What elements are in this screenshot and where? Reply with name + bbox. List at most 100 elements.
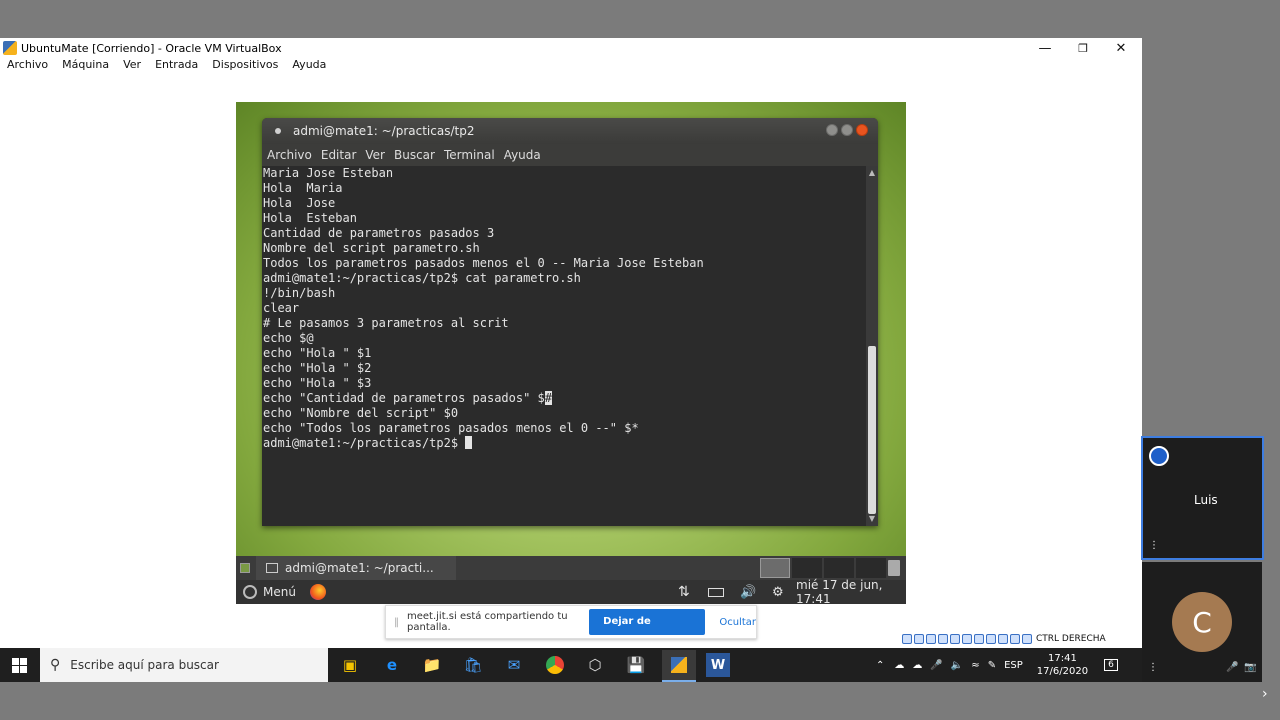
workspace-2[interactable] <box>792 558 822 578</box>
terminal-line: echo $@ <box>263 331 314 345</box>
terminal-maximize-icon[interactable] <box>841 124 853 136</box>
filmstrip-toggle-icon[interactable]: › <box>1262 686 1268 702</box>
virtualbox-taskbar-icon[interactable] <box>662 650 696 682</box>
file-explorer-icon[interactable]: 📁 <box>420 653 444 677</box>
search-placeholder: Escribe aquí para buscar <box>70 658 219 672</box>
mail-icon[interactable]: ✉ <box>502 653 526 677</box>
more-options-icon[interactable]: ⋮ <box>1149 540 1159 551</box>
term-menu-archivo[interactable]: Archivo <box>267 148 312 162</box>
scroll-down-icon[interactable]: ▼ <box>867 514 877 524</box>
cpu-icon[interactable] <box>998 634 1008 644</box>
terminal-close-icon[interactable] <box>856 124 868 136</box>
drag-handle-icon[interactable]: ‖ <box>394 617 399 628</box>
vbox-menu-archivo[interactable]: Archivo <box>0 58 55 76</box>
task-view-icon[interactable]: ▣ <box>338 653 362 677</box>
network-adapter-icon[interactable] <box>938 634 948 644</box>
stop-sharing-button[interactable]: Dejar de compartir <box>589 609 706 653</box>
terminal-line: clear <box>263 301 300 315</box>
clock-date: 17/6/2020 <box>1036 666 1089 677</box>
term-menu-terminal[interactable]: Terminal <box>444 148 495 162</box>
terminal-title: admi@mate1: ~/practicas/tp2 <box>293 124 475 138</box>
tray-expand-icon[interactable]: ⌃ <box>876 660 884 671</box>
vbox-menu-maquina[interactable]: Máquina <box>55 58 116 76</box>
notification-center-icon[interactable]: 6 <box>1104 659 1118 671</box>
audio-icon[interactable] <box>926 634 936 644</box>
more-options-icon[interactable]: ⋮ <box>1148 662 1158 673</box>
hide-button[interactable]: Ocultar <box>719 617 756 628</box>
close-icon[interactable]: ✕ <box>1102 38 1140 58</box>
terminal-titlebar[interactable]: admi@mate1: ~/practicas/tp2 <box>262 118 878 144</box>
show-desktop-icon[interactable] <box>240 563 250 573</box>
terminal-line: Maria Jose Esteban <box>263 166 394 180</box>
settings-gear-icon[interactable]: ⚙ <box>772 585 784 600</box>
mate-logo-icon <box>243 585 257 599</box>
vbox-menu-entrada[interactable]: Entrada <box>148 58 205 76</box>
term-menu-ver[interactable]: Ver <box>365 148 385 162</box>
guest-desktop[interactable]: admi@mate1: ~/practicas/tp2 Archivo Edit… <box>236 102 906 604</box>
save-disk-icon[interactable]: 💾 <box>624 653 648 677</box>
vbox-menu-ver[interactable]: Ver <box>116 58 148 76</box>
vbox-menu-dispositivos[interactable]: Dispositivos <box>205 58 285 76</box>
trash-icon[interactable] <box>888 560 900 576</box>
vbox-menu-ayuda[interactable]: Ayuda <box>285 58 333 76</box>
mate-window-list-panel: admi@mate1: ~/practi... <box>236 556 906 580</box>
microphone-icon[interactable]: 🎤 <box>930 660 942 671</box>
taskbar-clock[interactable]: 17:41 17/6/2020 <box>1037 652 1088 678</box>
mouse-icon[interactable] <box>1010 634 1020 644</box>
cloud-icon[interactable]: ☁ <box>894 660 904 671</box>
shared-folder-icon[interactable] <box>962 634 972 644</box>
scroll-up-icon[interactable]: ▲ <box>867 168 877 178</box>
share-message: meet.jit.si está compartiendo tu pantall… <box>407 611 568 633</box>
optical-icon[interactable] <box>914 634 924 644</box>
windows-start-icon[interactable] <box>12 658 27 673</box>
minimize-icon[interactable]: — <box>1026 38 1064 58</box>
store-icon[interactable]: 🛍 <box>461 653 485 677</box>
vbox-titlebar: UbuntuMate [Corriendo] - Oracle VM Virtu… <box>0 38 1142 58</box>
term-menu-buscar[interactable]: Buscar <box>394 148 435 162</box>
word-icon[interactable]: W <box>706 653 730 677</box>
workspace-1[interactable] <box>760 558 790 578</box>
terminal-line: !/bin/bash <box>263 286 336 300</box>
battery-icon[interactable] <box>708 588 724 597</box>
terminal-line: # Le pasamos 3 parametros al scrit <box>263 316 509 330</box>
workspace-3[interactable] <box>824 558 854 578</box>
restore-icon[interactable]: ❐ <box>1064 38 1102 58</box>
taskbar-search[interactable]: ⚲ Escribe aquí para buscar <box>40 648 328 682</box>
menu-button[interactable]: Menú <box>263 585 296 599</box>
recording-icon[interactable] <box>986 634 996 644</box>
speaker-icon[interactable]: 🔈 <box>951 660 963 671</box>
mate-top-panel: Menú ⇅ 🔊 ⚙ mié 17 de jun, 17:41 <box>236 578 906 604</box>
wifi-icon[interactable]: ≈ <box>971 660 979 671</box>
terminal-line: Hola Jose <box>263 196 336 210</box>
onedrive-icon[interactable]: ☁ <box>912 660 922 671</box>
terminal-prompt-line: admi@mate1:~/practicas/tp2$ <box>263 436 866 451</box>
terminal-output[interactable]: Maria Jose Esteban Hola Maria Hola Jose Hol… <box>263 166 866 526</box>
term-menu-editar[interactable]: Editar <box>321 148 357 162</box>
clock-time: 17:41 <box>1048 653 1077 664</box>
edit-icon[interactable]: ✎ <box>988 660 996 671</box>
workspace-4[interactable] <box>856 558 886 578</box>
edge-icon[interactable]: e <box>380 653 404 677</box>
hdd-icon[interactable] <box>902 634 912 644</box>
vbox-menubar: Archivo Máquina Ver Entrada Dispositivos… <box>0 58 333 76</box>
participant-tile-local[interactable]: C ⋮ 🎤 📷 <box>1142 562 1262 682</box>
usb-icon[interactable] <box>950 634 960 644</box>
terminal-scrollbar[interactable]: ▲ ▼ <box>866 166 878 526</box>
participant-tile-luis[interactable]: Luis ⋮ <box>1141 436 1264 560</box>
chrome-icon[interactable] <box>543 653 567 677</box>
firefox-icon[interactable] <box>309 584 326 600</box>
term-menu-ayuda[interactable]: Ayuda <box>504 148 541 162</box>
terminal-minimize-icon[interactable] <box>826 124 838 136</box>
keyboard-icon[interactable] <box>1022 634 1032 644</box>
scrollbar-thumb[interactable] <box>868 346 876 514</box>
taskbar-terminal-item[interactable]: admi@mate1: ~/practi... <box>256 556 456 580</box>
windows-taskbar: ⚲ Escribe aquí para buscar ▣ e 📁 🛍 ✉ ⬡ 💾… <box>0 648 1142 682</box>
panel-clock[interactable]: mié 17 de jun, 17:41 <box>796 578 906 604</box>
terminal-line: echo "Hola " $1 <box>263 346 372 360</box>
display-icon[interactable] <box>974 634 984 644</box>
network-icon[interactable]: ⇅ <box>678 584 690 600</box>
language-indicator[interactable]: ESP <box>1004 660 1023 671</box>
window-menu-icon[interactable] <box>275 128 281 134</box>
3d-box-icon[interactable]: ⬡ <box>583 653 607 677</box>
volume-icon[interactable]: 🔊 <box>740 585 756 600</box>
